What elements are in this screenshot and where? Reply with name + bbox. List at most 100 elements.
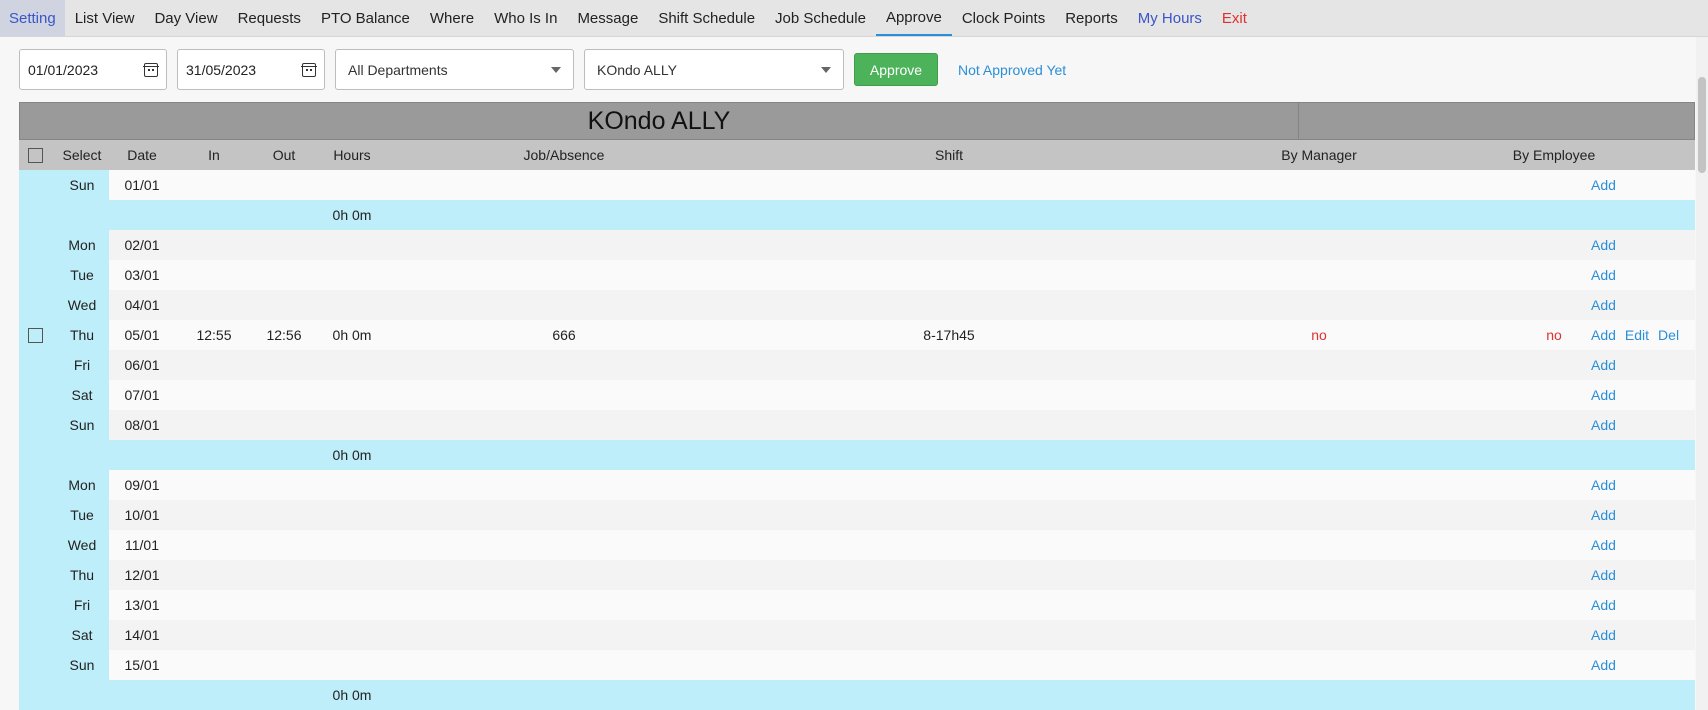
row-day: Mon [68,477,96,493]
row-job: 666 [552,327,576,343]
nav-my-hours[interactable]: My Hours [1128,0,1212,36]
start-date-field[interactable]: 01/01/2023 [19,49,167,90]
nav-approve[interactable]: Approve [875,0,952,36]
approve-button[interactable]: Approve [854,53,938,86]
add-link[interactable]: Add [1591,417,1616,433]
add-link[interactable]: Add [1591,477,1616,493]
add-link[interactable]: Add [1591,237,1616,253]
select-all-checkbox[interactable] [27,147,43,163]
row-actions: Add [1591,410,1616,440]
row-date: 04/01 [124,297,160,313]
add-link[interactable]: Add [1591,627,1616,643]
row-date: 01/01 [124,177,160,193]
row-date: 02/01 [124,237,160,253]
table-body: Sun 01/01 Add 0h 0m Mon 02/01 Add Tue 03/01 Add We… [19,170,1695,710]
row-date: 08/01 [124,417,160,433]
add-link[interactable]: Add [1591,657,1616,673]
add-link[interactable]: Add [1591,597,1616,613]
not-approved-yet-link[interactable]: Not Approved Yet [958,62,1066,78]
row-actions: Add [1591,560,1616,590]
table-row: Tue 10/01 Add [19,500,1695,530]
row-body [109,350,1695,380]
row-body [109,170,1695,200]
row-shift: 8-17h45 [923,327,975,343]
week-total-hours: 0h 0m [332,207,372,223]
select-all-checkbox-cell[interactable] [25,140,45,170]
filter-bar: 01/01/2023 31/05/2023 All Departments KO… [19,48,1066,91]
add-link[interactable]: Add [1591,267,1616,283]
nav-list-view[interactable]: List View [65,0,145,36]
chevron-down-icon [551,66,561,73]
row-checkbox[interactable] [27,327,43,343]
col-select: Select [62,147,102,163]
scrollbar[interactable] [1696,37,1708,710]
end-date-field[interactable]: 31/05/2023 [177,49,325,90]
add-link[interactable]: Add [1591,537,1616,553]
nav-day-view[interactable]: Day View [144,0,227,36]
table-row: Sun 08/01 Add [19,410,1695,440]
row-body [109,290,1695,320]
calendar-icon[interactable] [143,62,159,77]
row-body [109,560,1695,590]
add-link[interactable]: Add [1591,357,1616,373]
row-actions: Add [1591,170,1616,200]
employee-select[interactable]: KOndo ALLY [584,49,844,90]
row-checkbox-cell[interactable] [25,320,45,350]
nav-setting[interactable]: Setting [0,0,65,36]
table-row: Sat 14/01 Add [19,620,1695,650]
row-day: Wed [67,537,97,553]
nav-message[interactable]: Message [567,0,648,36]
row-body [109,260,1695,290]
row-actions: Add [1591,230,1616,260]
row-actions: Add [1591,260,1616,290]
department-select[interactable]: All Departments [335,49,574,90]
row-hours: 0h 0m [332,327,372,343]
row-actions: Add [1591,530,1616,560]
row-date: 14/01 [124,627,160,643]
row-date: 12/01 [124,567,160,583]
week-total-hours: 0h 0m [332,687,372,703]
row-date: 07/01 [124,387,160,403]
add-link[interactable]: Add [1591,297,1616,313]
table-header: Select Date In Out Hours Job/Absence Shi… [19,140,1695,170]
nav-clock-points[interactable]: Clock Points [952,0,1055,36]
delete-link[interactable]: Del [1658,327,1679,343]
add-link[interactable]: Add [1591,507,1616,523]
employee-title-bar: KOndo ALLY [19,102,1695,140]
week-total-row: 0h 0m [19,200,1695,230]
row-date: 15/01 [124,657,160,673]
nav-job-schedule[interactable]: Job Schedule [765,0,876,36]
row-actions: Add [1591,350,1616,380]
table-row: Wed 11/01 Add [19,530,1695,560]
nav-reports[interactable]: Reports [1055,0,1128,36]
col-out: Out [272,147,296,163]
edit-link[interactable]: Edit [1625,327,1649,343]
week-total-hours: 0h 0m [332,447,372,463]
row-by-manager: no [1311,327,1327,343]
row-actions: Add [1591,290,1616,320]
row-body [109,650,1695,680]
week-total-row: 0h 0m [19,440,1695,470]
week-total-row: 0h 0m [19,680,1695,710]
add-link[interactable]: Add [1591,177,1616,193]
table-row: Fri 06/01 Add [19,350,1695,380]
nav-exit[interactable]: Exit [1212,0,1257,36]
nav-pto-balance[interactable]: PTO Balance [311,0,420,36]
row-in: 12:55 [196,327,232,343]
row-day: Thu [69,567,95,583]
nav-requests[interactable]: Requests [228,0,311,36]
row-body [109,620,1695,650]
scrollbar-thumb[interactable] [1698,77,1706,173]
add-link[interactable]: Add [1591,327,1616,343]
col-by-manager: By Manager [1281,147,1357,163]
col-in: In [208,147,220,163]
add-link[interactable]: Add [1591,567,1616,583]
nav-who-is-in[interactable]: Who Is In [484,0,567,36]
row-day: Tue [70,267,94,283]
calendar-icon[interactable] [301,62,317,77]
row-select-cell [19,200,109,230]
add-link[interactable]: Add [1591,387,1616,403]
nav-shift-schedule[interactable]: Shift Schedule [648,0,765,36]
nav-where[interactable]: Where [420,0,484,36]
row-body [109,410,1695,440]
